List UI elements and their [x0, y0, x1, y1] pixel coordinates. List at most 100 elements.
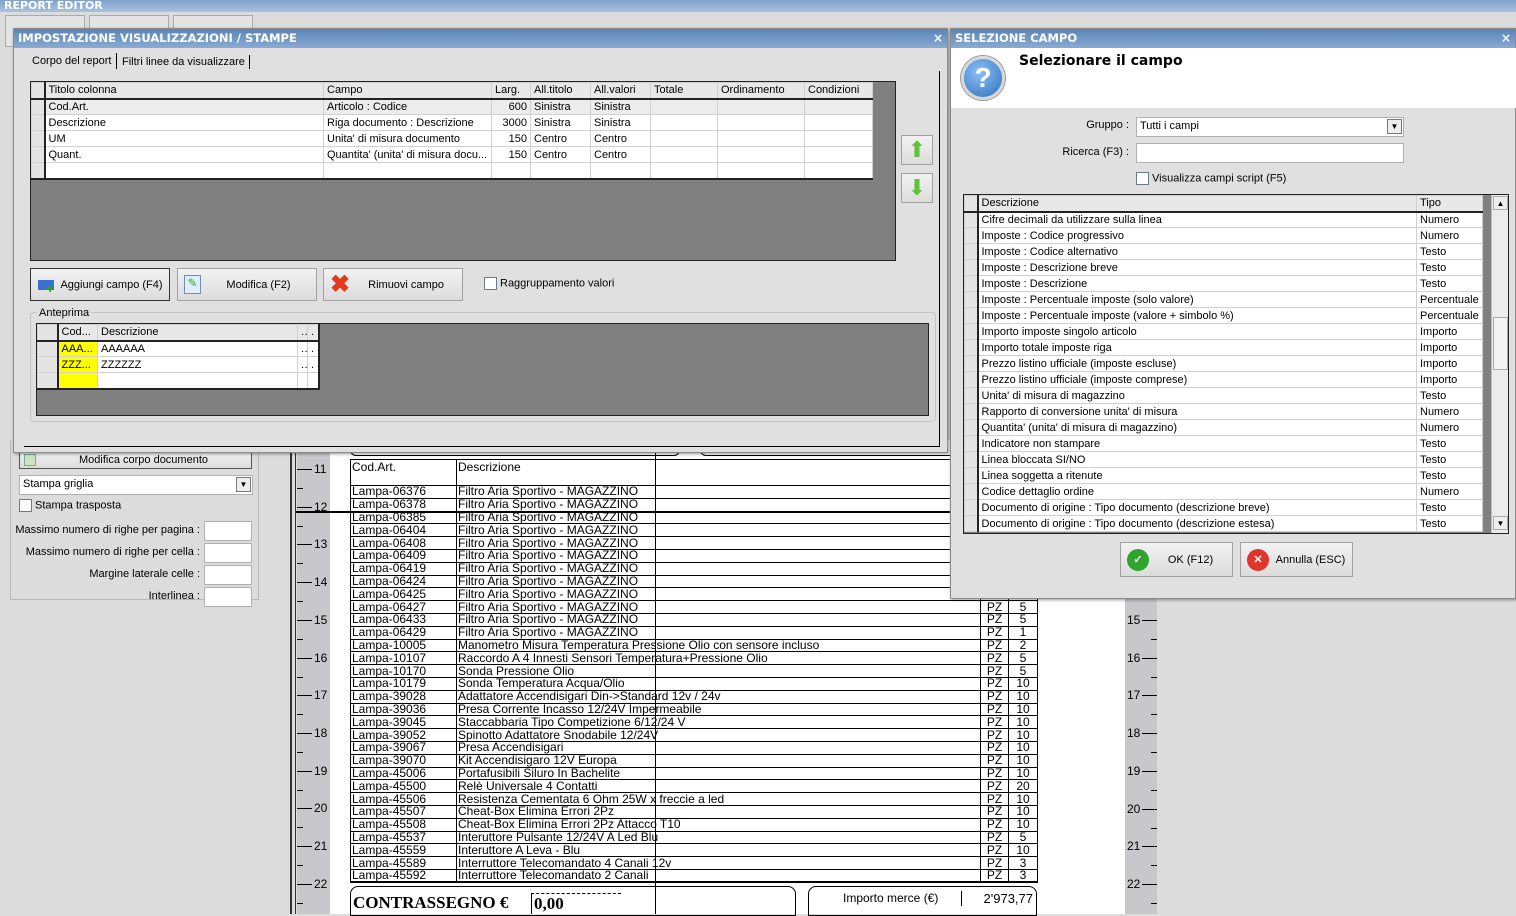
column-header[interactable]: Totale	[650, 82, 718, 100]
row-selector[interactable]	[964, 259, 979, 276]
field-input[interactable]	[204, 587, 252, 607]
list-item[interactable]: Importo imposte singolo articolo Importo	[964, 323, 1483, 340]
column-header[interactable]: Larg.	[491, 82, 531, 100]
chevron-down-icon[interactable]: ▼	[1387, 119, 1402, 134]
row-selector[interactable]	[964, 227, 979, 244]
row-selector[interactable]	[964, 483, 979, 500]
row-selector[interactable]	[964, 307, 979, 324]
preview-row[interactable]: AAA... AAAAAA..	[37, 340, 319, 357]
ok-button[interactable]: ✓ OK (F12)	[1120, 542, 1233, 577]
list-item[interactable]: Documento di origine : Tipo documento (d…	[964, 515, 1483, 532]
row-selector[interactable]	[964, 387, 979, 404]
row-selector[interactable]	[31, 98, 46, 115]
row-selector[interactable]	[964, 467, 979, 484]
chevron-down-icon[interactable]: ▼	[236, 477, 251, 492]
row-selector[interactable]	[964, 403, 979, 420]
close-icon[interactable]: ×	[1501, 29, 1511, 48]
row-selector[interactable]	[37, 340, 59, 357]
field-input[interactable]	[204, 521, 252, 541]
group-select[interactable]: Tutti i campi ▼	[1136, 117, 1404, 137]
list-item[interactable]: Unita' di misura di magazzino Testo	[964, 387, 1483, 404]
row-selector[interactable]	[964, 419, 979, 436]
column-header[interactable]: .	[307, 324, 319, 342]
field-input[interactable]	[204, 565, 252, 585]
column-header[interactable]: Descrizione	[977, 195, 1417, 213]
row-selector[interactable]	[37, 372, 59, 389]
scroll-down-icon[interactable]: ▼	[1493, 516, 1508, 530]
script-fields-checkbox[interactable]: Visualizza campi script (F5)	[1136, 172, 1286, 185]
search-input[interactable]	[1136, 143, 1404, 163]
row-selector[interactable]	[964, 323, 979, 340]
table-row[interactable]: Descrizione Riga documento : Descrizione 3…	[31, 114, 873, 131]
list-item[interactable]: Linea soggetta a ritenute Testo	[964, 467, 1483, 484]
table-row[interactable]: Quant. Quantita' (unita' di misura docu..…	[31, 146, 873, 163]
list-item[interactable]: Cifre decimali da utilizzare sulla linea…	[964, 211, 1483, 228]
add-field-button[interactable]: + Aggiungi campo (F4)	[30, 268, 170, 301]
tab-body[interactable]: Corpo del report	[28, 53, 117, 69]
row-selector[interactable]	[31, 114, 46, 131]
preview-row[interactable]: ZZZ... ZZZZZZ..	[37, 356, 319, 373]
table-row[interactable]	[31, 162, 873, 179]
field-input[interactable]	[204, 543, 252, 563]
list-item[interactable]: Imposte : Percentuale imposte (solo valo…	[964, 291, 1483, 308]
row-selector[interactable]	[964, 211, 979, 228]
print-mode-select[interactable]: Stampa griglia ▼	[19, 475, 253, 495]
group-values-checkbox[interactable]: Raggruppamento valori	[484, 277, 614, 290]
row-selector[interactable]	[964, 355, 979, 372]
transposed-checkbox[interactable]: Stampa trasposta	[19, 499, 121, 512]
column-header[interactable]: All.titolo	[530, 82, 591, 100]
row-selector[interactable]	[964, 371, 979, 388]
column-header[interactable]: Titolo colonna	[44, 82, 324, 100]
tab-filters[interactable]: Filtri linee da visualizzare	[118, 55, 250, 69]
scroll-up-icon[interactable]: ▲	[1493, 196, 1508, 210]
preview-row[interactable]	[37, 372, 319, 389]
row-selector[interactable]	[37, 356, 59, 373]
move-down-button[interactable]: ⬇	[901, 173, 933, 203]
row-selector[interactable]	[964, 243, 979, 260]
remove-field-button[interactable]: ✖ Rimuovi campo	[323, 268, 463, 301]
column-header[interactable]: Campo	[323, 82, 492, 100]
table-row[interactable]: Cod.Art. Articolo : Codice 600 Sinistra Sini…	[31, 98, 873, 115]
cancel-button[interactable]: ✕ Annulla (ESC)	[1240, 542, 1353, 577]
checkbox-icon[interactable]	[1136, 172, 1149, 185]
row-selector[interactable]	[31, 146, 46, 163]
close-icon[interactable]: ×	[933, 29, 943, 48]
list-item[interactable]: Imposte : Codice alternativo Testo	[964, 243, 1483, 260]
table-row[interactable]: UM Unita' di misura documento 150 Centro Cen…	[31, 130, 873, 147]
row-selector[interactable]	[964, 291, 979, 308]
column-header[interactable]: Cod...	[57, 324, 98, 342]
list-item[interactable]: Imposte : Percentuale imposte (valore + …	[964, 307, 1483, 324]
column-header[interactable]: Condizioni	[804, 82, 873, 100]
row-selector[interactable]	[964, 451, 979, 468]
scroll-thumb[interactable]	[1493, 317, 1508, 370]
row-selector[interactable]	[964, 435, 979, 452]
move-up-button[interactable]: ⬆	[901, 135, 933, 165]
list-item[interactable]: Imposte : Descrizione breve Testo	[964, 259, 1483, 276]
column-header[interactable]: .	[297, 324, 308, 342]
list-item[interactable]: Documento di origine : Tipo documento (d…	[964, 499, 1483, 516]
list-item[interactable]: Imposte : Codice progressivo Numero	[964, 227, 1483, 244]
checkbox-icon[interactable]	[484, 277, 497, 290]
list-item[interactable]: Rapporto di conversione unita' di misura…	[964, 403, 1483, 420]
row-selector[interactable]	[31, 162, 46, 179]
list-item[interactable]: Prezzo listino ufficiale (imposte esclus…	[964, 355, 1483, 372]
list-item[interactable]: Importo totale imposte riga Importo	[964, 339, 1483, 356]
checkbox-icon[interactable]	[19, 499, 32, 512]
row-selector[interactable]	[31, 130, 46, 147]
edit-field-button[interactable]: ✎ Modifica (F2)	[177, 268, 317, 301]
column-header[interactable]: Tipo	[1416, 195, 1483, 213]
row-selector[interactable]	[964, 339, 979, 356]
row-selector[interactable]	[964, 275, 979, 292]
list-item[interactable]: Quantita' (unita' di misura di magazzino…	[964, 419, 1483, 436]
list-item[interactable]: Prezzo listino ufficiale (imposte compre…	[964, 371, 1483, 388]
column-header[interactable]: Ordinamento	[717, 82, 805, 100]
list-item[interactable]: Codice dettaglio ordine Numero	[964, 483, 1483, 500]
column-header[interactable]: All.valori	[590, 82, 651, 100]
list-item[interactable]: Imposte : Descrizione Testo	[964, 275, 1483, 292]
row-selector[interactable]	[964, 515, 979, 532]
row-selector[interactable]	[964, 499, 979, 516]
column-header[interactable]: Descrizione	[97, 324, 298, 342]
scrollbar[interactable]: ▲ ▼	[1491, 195, 1508, 533]
list-item[interactable]: Linea bloccata SI/NO Testo	[964, 451, 1483, 468]
list-item[interactable]: Indicatore non stampare Testo	[964, 435, 1483, 452]
